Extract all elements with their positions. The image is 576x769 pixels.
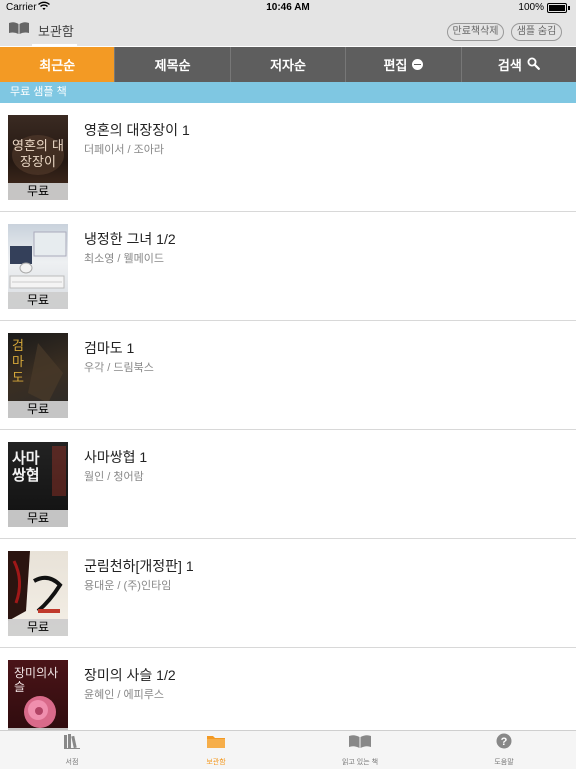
battery-indicator: 100% <box>518 2 570 13</box>
book-row[interactable]: 무료 군림천하[개정판] 1 용대운 / (주)인타임 <box>0 539 576 648</box>
tab-label: 검색 <box>497 58 522 73</box>
book-row[interactable]: 무료 냉정한 그녀 1/2 최소영 / 웰메이드 <box>0 212 576 321</box>
tabbar-item-help[interactable]: ? 도움말 <box>432 731 576 769</box>
tabbar-label: 읽고 있는 책 <box>341 759 379 766</box>
book-cover: 무료 <box>8 224 68 309</box>
tabbar-label: 서점 <box>65 759 79 766</box>
book-row[interactable]: 영혼의 대장장이 무료 영혼의 대장장이 1 더페이서 / 조아라 <box>0 103 576 212</box>
free-badge: 무료 <box>8 292 68 309</box>
book-title: 사마쌍협 1 <box>84 449 148 465</box>
library-icon <box>8 21 30 40</box>
status-bar: Carrier 10:46 AM 100% <box>0 0 576 16</box>
tab-search[interactable]: 검색 <box>462 47 576 82</box>
delete-expired-button[interactable]: 만료책삭제 <box>447 23 504 41</box>
tabbar-item-store[interactable]: 서점 <box>0 731 144 769</box>
book-cover: 사마쌍협 무료 <box>8 442 68 527</box>
section-header: 무료 샘플 책 <box>0 82 576 103</box>
book-author-publisher: 우각 / 드림북스 <box>84 362 154 374</box>
battery-percent: 100% <box>518 2 544 13</box>
book-list: 영혼의 대장장이 무료 영혼의 대장장이 1 더페이서 / 조아라 무료 냉정한… <box>0 103 576 730</box>
open-book-icon <box>348 733 372 754</box>
nav-title-group: 보관함 <box>8 21 74 40</box>
book-row[interactable]: 검마도 무료 검마도 1 우각 / 드림북스 <box>0 321 576 430</box>
folder-icon <box>206 733 226 754</box>
book-cover: 영혼의 대장장이 무료 <box>8 115 68 200</box>
minus-circle-icon <box>412 59 424 70</box>
book-title: 군림천하[개정판] 1 <box>84 558 194 574</box>
book-author-publisher: 월인 / 청어람 <box>84 471 144 483</box>
books-icon <box>63 733 81 754</box>
free-badge: 무료 <box>8 510 68 527</box>
book-title: 냉정한 그녀 1/2 <box>84 231 176 247</box>
book-title: 영혼의 대장장이 1 <box>84 122 190 138</box>
free-badge: 무료 <box>8 619 68 636</box>
page-title: 보관함 <box>38 24 74 39</box>
book-row[interactable]: 사마쌍협 무료 사마쌍협 1 월인 / 청어람 <box>0 430 576 539</box>
clock: 10:46 AM <box>266 2 310 13</box>
cover-title: 검마도 <box>12 339 24 386</box>
book-author-publisher: 윤혜인 / 에피루스 <box>84 689 165 701</box>
svg-text:?: ? <box>501 736 508 748</box>
sort-tabs: 최근순 제목순 저자순 편집 검색 <box>0 47 576 82</box>
free-badge: 무료 <box>8 183 68 200</box>
tab-title[interactable]: 제목순 <box>115 47 231 82</box>
hide-samples-button[interactable]: 샘플 숨김 <box>511 23 562 41</box>
bottom-tab-bar: 서점 보관함 읽고 있는 책 ? 도움말 <box>0 730 576 769</box>
book-title: 검마도 1 <box>84 340 135 356</box>
cover-title: 영혼의 대장장이 <box>12 139 64 170</box>
tabbar-label: 도움말 <box>494 759 514 766</box>
tab-edit[interactable]: 편집 <box>346 47 462 82</box>
tab-label: 최근순 <box>39 58 76 73</box>
tab-label: 편집 <box>383 58 408 73</box>
tabbar-label: 보관함 <box>206 759 226 766</box>
tab-author[interactable]: 저자순 <box>231 47 347 82</box>
help-icon: ? <box>496 733 512 754</box>
tab-recent[interactable]: 최근순 <box>0 47 116 82</box>
book-cover: 검마도 무료 <box>8 333 68 418</box>
book-row[interactable]: 장미의사슬 무료 장미의 사슬 1/2 윤혜인 / 에피루스 <box>0 648 576 730</box>
book-author-publisher: 더페이서 / 조아라 <box>84 144 165 156</box>
search-icon <box>527 57 540 73</box>
book-title: 장미의 사슬 1/2 <box>84 667 176 683</box>
title-underline <box>32 44 77 46</box>
tab-label: 제목순 <box>154 58 191 73</box>
tab-label: 저자순 <box>270 58 306 73</box>
tabbar-item-reading[interactable]: 읽고 있는 책 <box>288 731 432 769</box>
nav-bar: 보관함 만료책삭제 샘플 숨김 <box>0 16 576 46</box>
cover-title: 사마쌍협 <box>12 449 40 484</box>
book-author-publisher: 용대운 / (주)인타임 <box>84 580 172 592</box>
free-badge: 무료 <box>8 401 68 418</box>
cover-title: 장미의사슬 <box>14 666 59 694</box>
tabbar-item-library[interactable]: 보관함 <box>144 731 288 769</box>
book-cover: 무료 <box>8 551 68 636</box>
book-cover: 장미의사슬 무료 <box>8 660 68 730</box>
book-author-publisher: 최소영 / 웰메이드 <box>84 253 165 265</box>
battery-icon <box>547 2 567 13</box>
